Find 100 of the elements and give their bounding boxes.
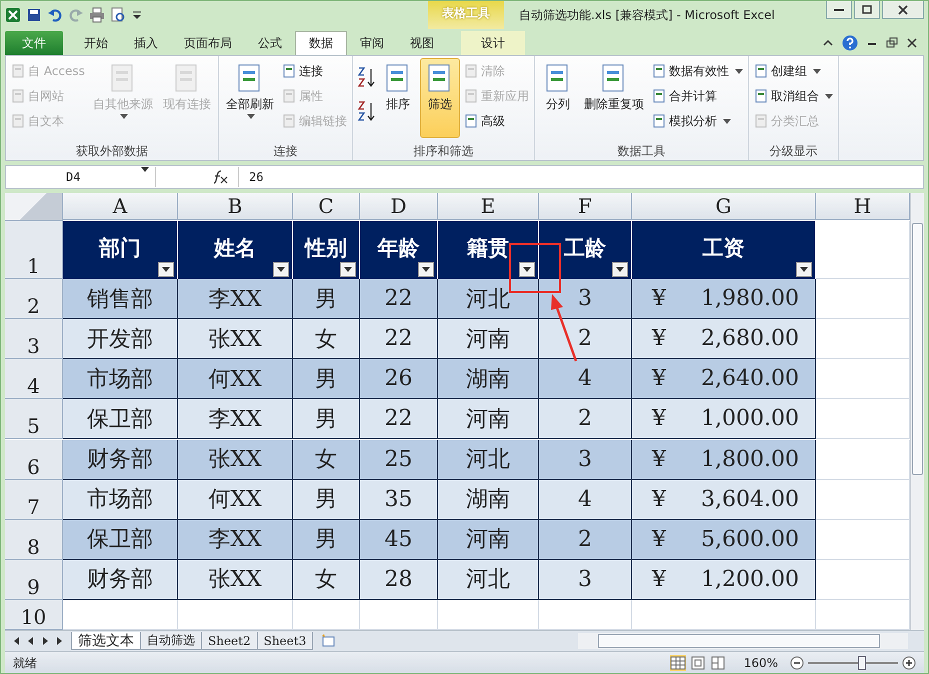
sort-descending-icon[interactable] (356, 100, 376, 122)
ribbon-button[interactable]: 高级 (462, 110, 531, 132)
row-header[interactable]: 6 (5, 440, 63, 480)
new-sheet-icon[interactable] (320, 633, 336, 649)
ribbon-tab[interactable]: 视图 (397, 31, 447, 55)
ribbon-button[interactable]: 取消组合 (752, 85, 835, 107)
table-cell: 李XX (178, 520, 293, 560)
document-icon (464, 89, 478, 103)
table-cell: 财务部 (63, 440, 178, 480)
horizontal-scrollbar[interactable] (578, 633, 908, 649)
ribbon-tab[interactable]: 公式 (245, 31, 295, 55)
table-cell: 女 (293, 319, 360, 360)
ribbon-tab[interactable]: 插入 (121, 31, 171, 55)
table-cell: ¥ 1,980.00 (632, 279, 816, 320)
table-cell: 男 (293, 279, 360, 320)
column-header[interactable]: H (816, 193, 910, 220)
ribbon-button[interactable]: 创建组 (752, 60, 835, 82)
close-button[interactable] (882, 1, 924, 19)
row-header[interactable]: 7 (5, 480, 63, 520)
column-header[interactable]: A (63, 193, 178, 220)
zoom-slider-thumb[interactable] (858, 656, 866, 670)
ribbon-large-button[interactable]: 分列 (538, 58, 578, 138)
row-header[interactable]: 1 (5, 221, 63, 280)
annotation-arrow (551, 294, 578, 362)
undo-icon[interactable] (47, 7, 63, 23)
column-header[interactable]: G (632, 193, 816, 220)
sheet-tab[interactable]: Sheet2 (201, 632, 258, 650)
maximize-button[interactable] (854, 1, 880, 19)
row-header[interactable]: 9 (5, 560, 63, 600)
zoom-out-icon[interactable] (790, 656, 804, 670)
filter-dropdown-button[interactable] (519, 262, 535, 278)
restore-icon[interactable] (886, 37, 898, 49)
maximize-icon (862, 4, 872, 14)
column-header[interactable]: F (539, 193, 632, 220)
row-header[interactable]: 2 (5, 279, 63, 320)
column-header[interactable]: E (438, 193, 539, 220)
table-cell: 市场部 (63, 359, 178, 400)
document-icon (754, 64, 768, 78)
ribbon-tab[interactable]: 审阅 (347, 31, 397, 55)
normal-view-icon[interactable] (670, 655, 686, 671)
sheet-tab[interactable]: 筛选文本 (71, 632, 141, 650)
table-cell: 男 (293, 520, 360, 560)
ribbon-tab[interactable]: 文件 (5, 31, 63, 55)
column-header[interactable]: C (293, 193, 360, 220)
filter-dropdown-button[interactable] (273, 262, 289, 278)
filter-dropdown-button[interactable] (612, 262, 628, 278)
caret-icon[interactable] (141, 167, 149, 172)
filter-dropdown-button[interactable] (796, 262, 812, 278)
help-icon[interactable] (842, 35, 858, 51)
ribbon-group-label: 获取外部数据 (74, 143, 149, 160)
filter-dropdown-button[interactable] (418, 262, 434, 278)
print-preview-icon[interactable] (110, 7, 126, 23)
table-cell: 李XX (178, 279, 293, 320)
row-header[interactable]: 5 (5, 399, 63, 440)
table-cell: 22 (360, 319, 438, 360)
close-icon[interactable] (906, 37, 918, 49)
customize-caret-icon[interactable] (131, 9, 143, 21)
column-header[interactable]: D (360, 193, 438, 220)
ribbon-tab[interactable]: 开始 (71, 31, 121, 55)
page-layout-icon[interactable] (690, 655, 706, 671)
column-header[interactable]: B (178, 193, 293, 220)
formula-field[interactable]: 26 (238, 167, 923, 187)
row-header[interactable]: 10 (5, 600, 63, 630)
vertical-scrollbar[interactable] (910, 193, 924, 630)
ribbon-group-label: 数据工具 (616, 143, 666, 160)
name-box[interactable]: D4 (66, 167, 138, 187)
ribbon-large-button[interactable]: 全部刷新 (222, 58, 278, 138)
ribbon-large-button[interactable]: 排序 (378, 58, 418, 138)
table-cell: 河北 (438, 440, 539, 480)
caret-icon (800, 266, 808, 273)
ribbon-button[interactable]: 连接 (280, 60, 349, 82)
sheet-tab[interactable]: Sheet3 (256, 632, 314, 650)
save-icon[interactable] (26, 7, 42, 23)
ribbon-tab[interactable]: 数据 (295, 31, 347, 55)
row-header[interactable]: 3 (5, 319, 63, 360)
filter-dropdown-button[interactable] (158, 262, 174, 278)
ribbon-button[interactable]: 合并计算 (650, 85, 745, 107)
table-cell: ¥ 3,604.00 (632, 480, 816, 520)
row-header[interactable]: 4 (5, 359, 63, 400)
table-cell: ¥ 1,000.00 (632, 399, 816, 440)
filter-dropdown-button[interactable] (340, 262, 356, 278)
ribbon-large-button[interactable]: 筛选 (420, 58, 460, 138)
page-break-icon[interactable] (710, 655, 726, 671)
table-cell: 22 (360, 279, 438, 320)
minimize-button[interactable] (826, 1, 852, 19)
zoom-in-icon[interactable] (902, 656, 916, 670)
row-header[interactable]: 8 (5, 520, 63, 560)
minimize-icon (834, 8, 844, 10)
table-cell: 2 (539, 319, 632, 360)
ribbon-group-label: 分级显示 (768, 143, 818, 160)
sort-ascending-icon[interactable] (356, 66, 376, 88)
table-cell: ¥ 1,200.00 (632, 560, 816, 600)
ribbon-button[interactable]: 数据有效性 (650, 60, 745, 82)
zoom-level[interactable]: 160% (744, 656, 778, 670)
ribbon-tab[interactable]: 页面布局 (171, 31, 245, 55)
ribbon-tab[interactable]: 设计 (461, 31, 525, 55)
printer-icon[interactable] (89, 7, 105, 23)
sheet-tab[interactable]: 自动筛选 (140, 632, 202, 650)
ribbon-large-button[interactable]: 删除重复项 (580, 58, 648, 138)
ribbon-button[interactable]: 模拟分析 (650, 110, 745, 132)
